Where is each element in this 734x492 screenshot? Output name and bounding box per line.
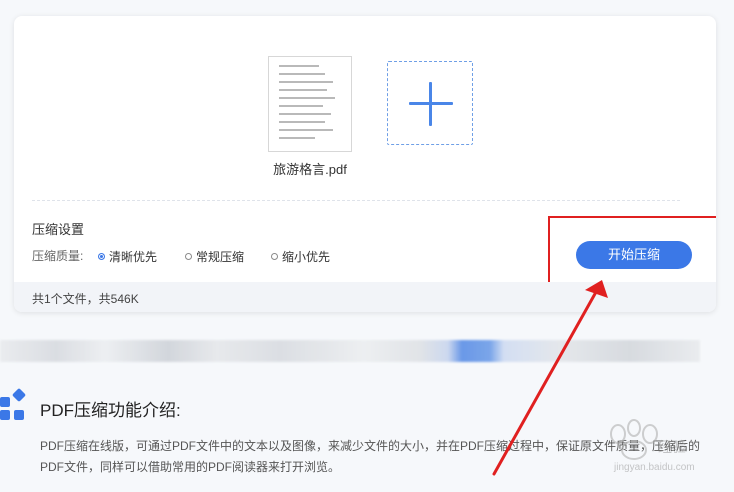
radio-selected-icon <box>98 253 105 260</box>
option-label: 常规压缩 <box>196 250 245 264</box>
file-summary-bar: 共1个文件，共546K <box>14 282 716 312</box>
compress-settings-title: 压缩设置 <box>32 222 85 237</box>
quality-option-clarity[interactable]: 清晰优先 <box>98 248 157 265</box>
intro-heading: PDF压缩功能介绍: <box>40 401 181 420</box>
radio-icon <box>185 253 192 260</box>
pdf-file-thumbnail[interactable] <box>268 56 352 152</box>
quality-option-smallest[interactable]: 缩小优先 <box>271 248 330 265</box>
section-divider <box>32 200 680 201</box>
watermark-url: jingyan.baidu.com <box>613 462 695 473</box>
blurred-navigation-strip <box>0 340 700 362</box>
annotation-highlight-box <box>548 216 716 286</box>
option-label: 清晰优先 <box>109 250 158 264</box>
file-name: 旅游格言.pdf <box>273 162 347 177</box>
watermark-logo: 经验 jingyan.baidu.com <box>610 419 695 473</box>
app-grid-icon <box>0 388 26 420</box>
option-label: 缩小优先 <box>282 250 331 264</box>
svg-text:经验: 经验 <box>658 439 686 455</box>
file-summary: 共1个文件，共546K <box>32 292 139 306</box>
compress-quality-label: 压缩质量: <box>32 249 84 263</box>
quality-option-normal[interactable]: 常规压缩 <box>185 248 244 265</box>
pdf-compress-panel: 旅游格言.pdf 压缩设置 压缩质量: 清晰优先 常规压缩 缩小优先 开始压缩 … <box>14 16 716 312</box>
radio-icon <box>271 253 278 260</box>
add-file-button[interactable] <box>387 61 473 145</box>
